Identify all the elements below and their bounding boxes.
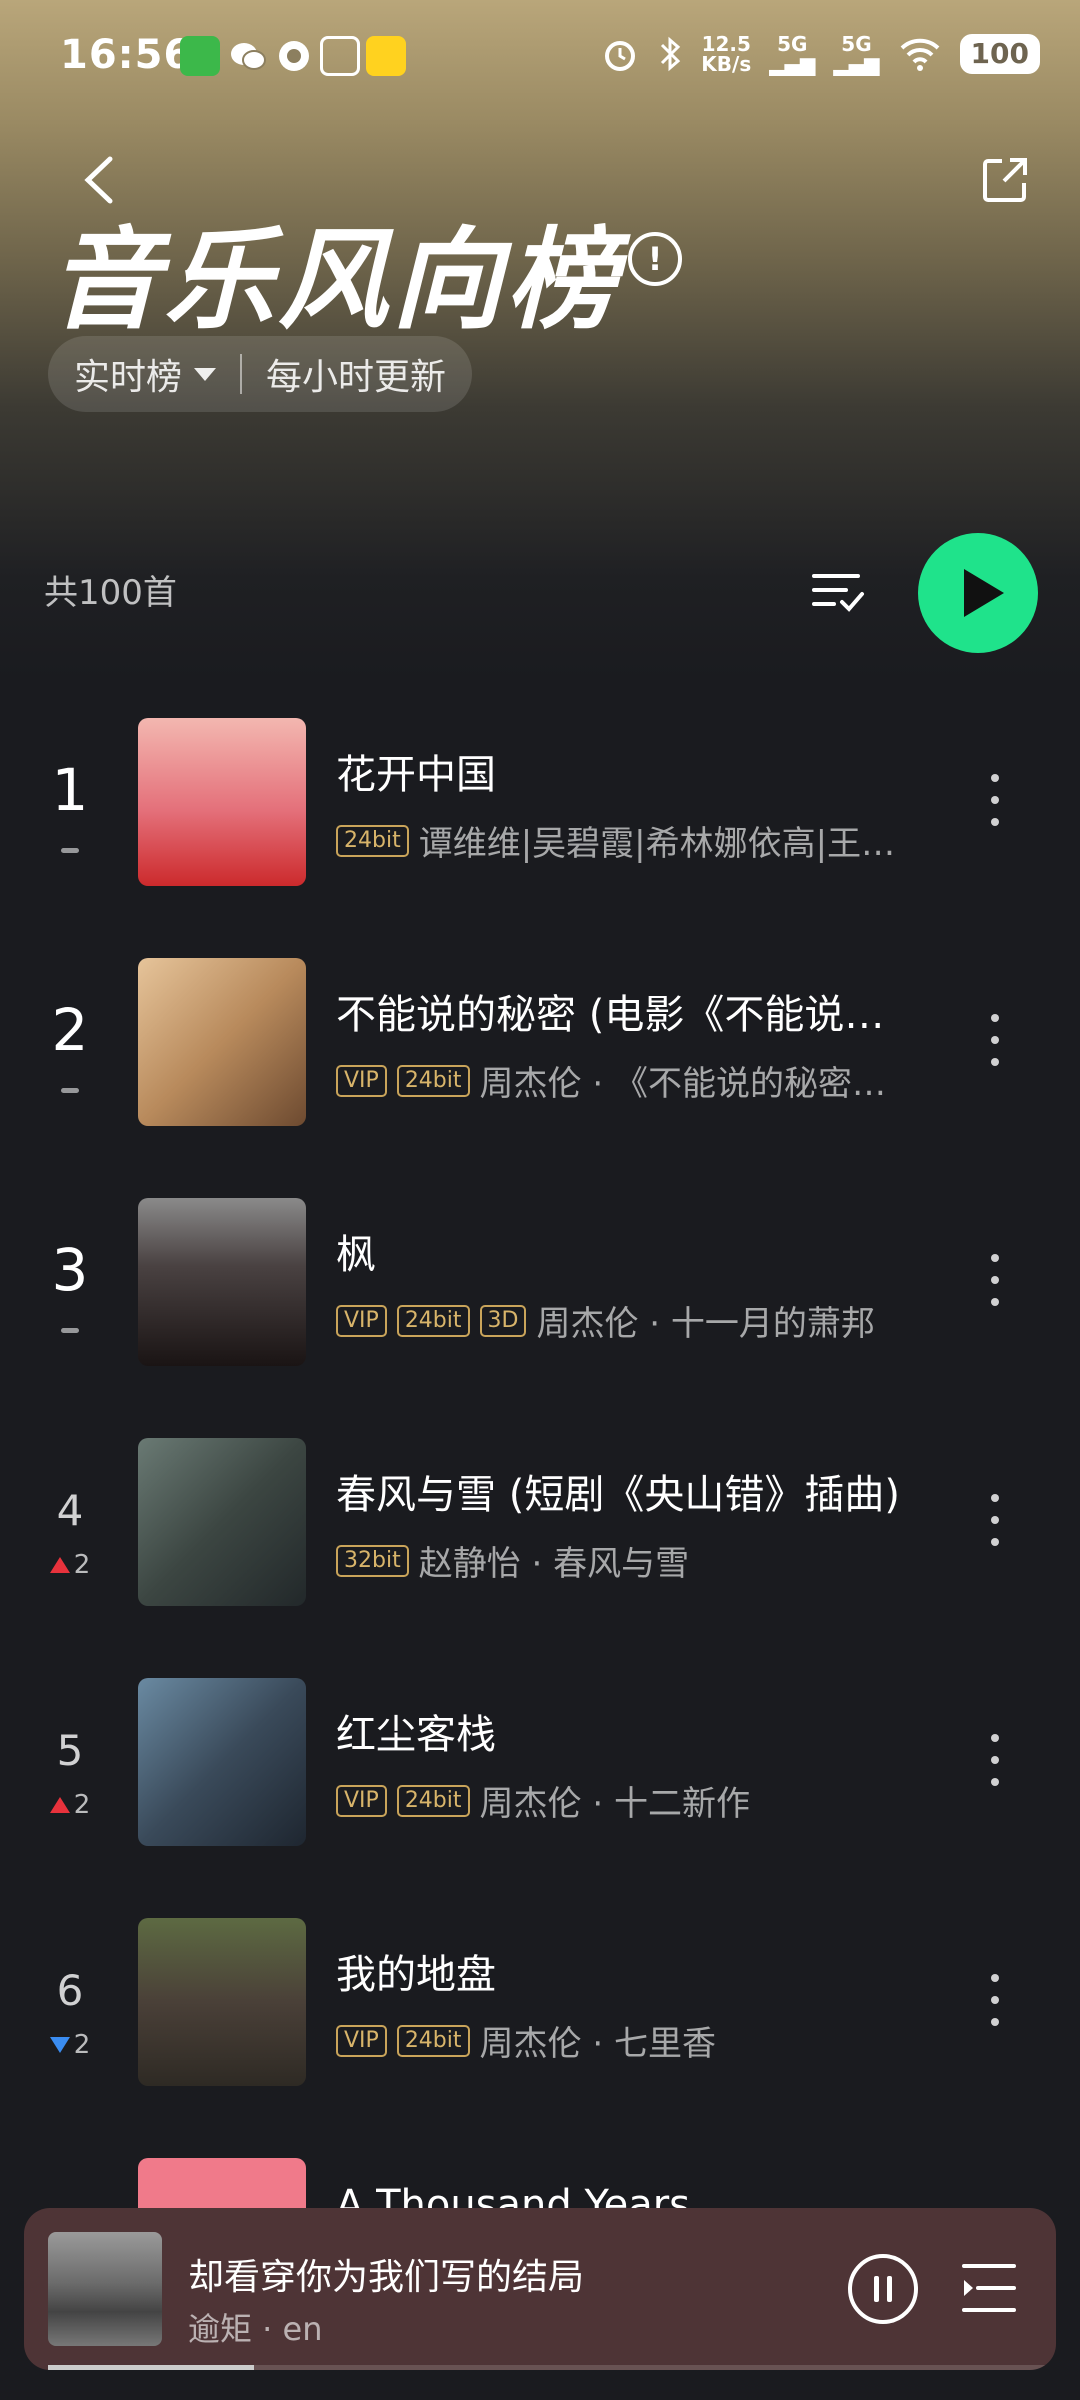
album-cover bbox=[138, 1198, 306, 1366]
tuan-icon bbox=[320, 36, 360, 76]
album-cover bbox=[138, 1918, 306, 2086]
rank-down-icon bbox=[49, 2037, 70, 2053]
alarm-icon bbox=[605, 41, 636, 71]
more-options-button[interactable] bbox=[985, 1494, 1005, 1550]
pause-button[interactable] bbox=[848, 2254, 918, 2324]
album-cover bbox=[138, 1678, 306, 1846]
song-meta: VIP 24bit 周杰伦 · 七里香 bbox=[336, 2016, 936, 2065]
quality-tag: 24bit bbox=[336, 824, 409, 857]
vip-tag: VIP bbox=[336, 1064, 387, 1097]
rank-up-icon bbox=[49, 1557, 70, 1573]
song-meta: VIP 24bit 3D 周杰伦 · 十一月的萧邦 bbox=[336, 1296, 936, 1345]
rank-number: 6 bbox=[56, 1966, 84, 2015]
now-playing-artist: 逾矩 · en bbox=[188, 2310, 323, 2348]
song-meta: 32bit 赵静怡 · 春风与雪 bbox=[336, 1536, 936, 1585]
app-yellow-icon bbox=[366, 36, 406, 76]
song-title: 红尘客栈 bbox=[336, 1712, 496, 1758]
song-artist: 周杰伦 · 十一月的萧邦 bbox=[536, 1304, 875, 1344]
vip-tag: VIP bbox=[336, 1784, 387, 1817]
playback-progress bbox=[48, 2365, 1056, 2370]
rank-trend bbox=[30, 1070, 110, 1100]
song-row-6[interactable]: 6 2 我的地盘 VIP 24bit 周杰伦 · 七里香 bbox=[0, 1918, 1080, 2088]
quality-tag: 24bit bbox=[396, 2024, 470, 2057]
vip-tag: VIP bbox=[336, 1304, 387, 1337]
multi-select-button[interactable] bbox=[810, 570, 866, 616]
album-cover bbox=[138, 958, 306, 1126]
play-all-button[interactable] bbox=[918, 533, 1038, 653]
more-options-button[interactable] bbox=[985, 1734, 1005, 1790]
bluetooth-icon bbox=[661, 36, 681, 72]
rank-number: 2 bbox=[51, 996, 89, 1064]
song-artist: 赵静怡 · 春风与雪 bbox=[418, 1544, 690, 1584]
song-title: 我的地盘 bbox=[336, 1952, 496, 1998]
update-note: 每小时更新 bbox=[266, 357, 447, 398]
song-row-4[interactable]: 4 2 春风与雪 (短剧《央山错》插曲) 32bit 赵静怡 · 春风与雪 bbox=[0, 1438, 1080, 1608]
net-speed: 12.5 KB/s bbox=[701, 32, 752, 76]
mini-player[interactable]: 却看穿你为我们写的结局 逾矩 · en bbox=[24, 2208, 1056, 2370]
info-icon[interactable]: ! bbox=[628, 232, 682, 286]
album-cover bbox=[138, 1438, 306, 1606]
song-title: 枫 bbox=[336, 1232, 376, 1278]
message-icon bbox=[274, 36, 314, 76]
wifi-icon bbox=[900, 38, 939, 71]
rank-up-icon bbox=[49, 1797, 70, 1813]
rank-number: 5 bbox=[56, 1726, 84, 1775]
song-count: 共100首 bbox=[44, 573, 177, 613]
divider bbox=[240, 354, 243, 394]
signal-2: 5G ▂▄▆ bbox=[833, 32, 880, 76]
queue-icon bbox=[962, 2264, 1016, 2312]
now-playing-cover bbox=[48, 2232, 162, 2346]
list-check-icon bbox=[812, 574, 864, 612]
more-options-button[interactable] bbox=[985, 1974, 1005, 2030]
quality-tag: 32bit bbox=[336, 1544, 409, 1577]
rank-number: 1 bbox=[51, 756, 89, 824]
song-row-5[interactable]: 5 2 红尘客栈 VIP 24bit 周杰伦 · 十二新作 bbox=[0, 1678, 1080, 1848]
song-meta: VIP 24bit 周杰伦 · 《不能说的秘密… bbox=[336, 1056, 936, 1105]
now-playing-title: 却看穿你为我们写的结局 bbox=[188, 2257, 585, 2298]
song-row-2[interactable]: 2 不能说的秘密 (电影《不能说… VIP 24bit 周杰伦 · 《不能说的秘… bbox=[0, 958, 1080, 1128]
chart-mode-label: 实时榜 bbox=[74, 357, 183, 398]
rank-trend: 2 bbox=[30, 2030, 110, 2060]
battery-indicator: 100 bbox=[959, 34, 1040, 74]
album-cover bbox=[138, 718, 306, 886]
song-row-3[interactable]: 3 枫 VIP 24bit 3D 周杰伦 · 十一月的萧邦 bbox=[0, 1198, 1080, 1368]
rank-number: 3 bbox=[51, 1236, 89, 1304]
status-bar: 16:56 12.5 KB/s 5G ▂▄▆ 5G ▂▄▆ 100 bbox=[0, 30, 1080, 86]
page-title: 音乐风向榜 bbox=[50, 216, 620, 344]
song-artist: 周杰伦 · 《不能说的秘密… bbox=[479, 1064, 886, 1104]
more-options-button[interactable] bbox=[985, 774, 1005, 830]
more-options-button[interactable] bbox=[985, 1014, 1005, 1070]
rank-trend bbox=[30, 830, 110, 860]
playlist-queue-button[interactable] bbox=[960, 2260, 1018, 2316]
song-artist: 周杰伦 · 七里香 bbox=[479, 2024, 716, 2064]
playback-progress-fill bbox=[48, 2365, 255, 2370]
chart-mode-selector[interactable]: 实时榜 每小时更新 bbox=[48, 336, 473, 412]
rank-trend bbox=[30, 1310, 110, 1340]
song-title: 春风与雪 (短剧《央山错》插曲) bbox=[336, 1472, 900, 1518]
app-notification-icon bbox=[180, 36, 220, 76]
song-artist: 周杰伦 · 十二新作 bbox=[479, 1784, 750, 1824]
song-meta: 24bit 谭维维|吴碧霞|希林娜依高|王… bbox=[336, 816, 936, 865]
wechat-icon bbox=[228, 36, 268, 76]
vip-tag: VIP bbox=[336, 2024, 387, 2057]
share-icon bbox=[983, 158, 1027, 202]
song-title: 花开中国 bbox=[336, 752, 496, 798]
quality-tag: 24bit bbox=[396, 1304, 470, 1337]
3d-tag: 3D bbox=[479, 1304, 527, 1337]
quality-tag: 24bit bbox=[396, 1064, 470, 1097]
song-meta: VIP 24bit 周杰伦 · 十二新作 bbox=[336, 1776, 936, 1825]
song-artist: 谭维维|吴碧霞|希林娜依高|王… bbox=[418, 824, 896, 864]
rank-number: 4 bbox=[56, 1486, 84, 1535]
status-right-group: 12.5 KB/s 5G ▂▄▆ 5G ▂▄▆ 100 bbox=[601, 34, 1040, 74]
song-row-1[interactable]: 1 花开中国 24bit 谭维维|吴碧霞|希林娜依高|王… bbox=[0, 718, 1080, 888]
rank-trend: 2 bbox=[30, 1550, 110, 1580]
more-options-button[interactable] bbox=[985, 1254, 1005, 1310]
caret-down-icon bbox=[194, 367, 217, 381]
signal-1: 5G ▂▄▆ bbox=[769, 32, 816, 76]
share-button[interactable] bbox=[980, 155, 1030, 205]
rank-trend: 2 bbox=[30, 1790, 110, 1820]
quality-tag: 24bit bbox=[396, 1784, 470, 1817]
song-title: 不能说的秘密 (电影《不能说… bbox=[336, 992, 885, 1038]
status-time: 16:56 bbox=[60, 32, 193, 78]
